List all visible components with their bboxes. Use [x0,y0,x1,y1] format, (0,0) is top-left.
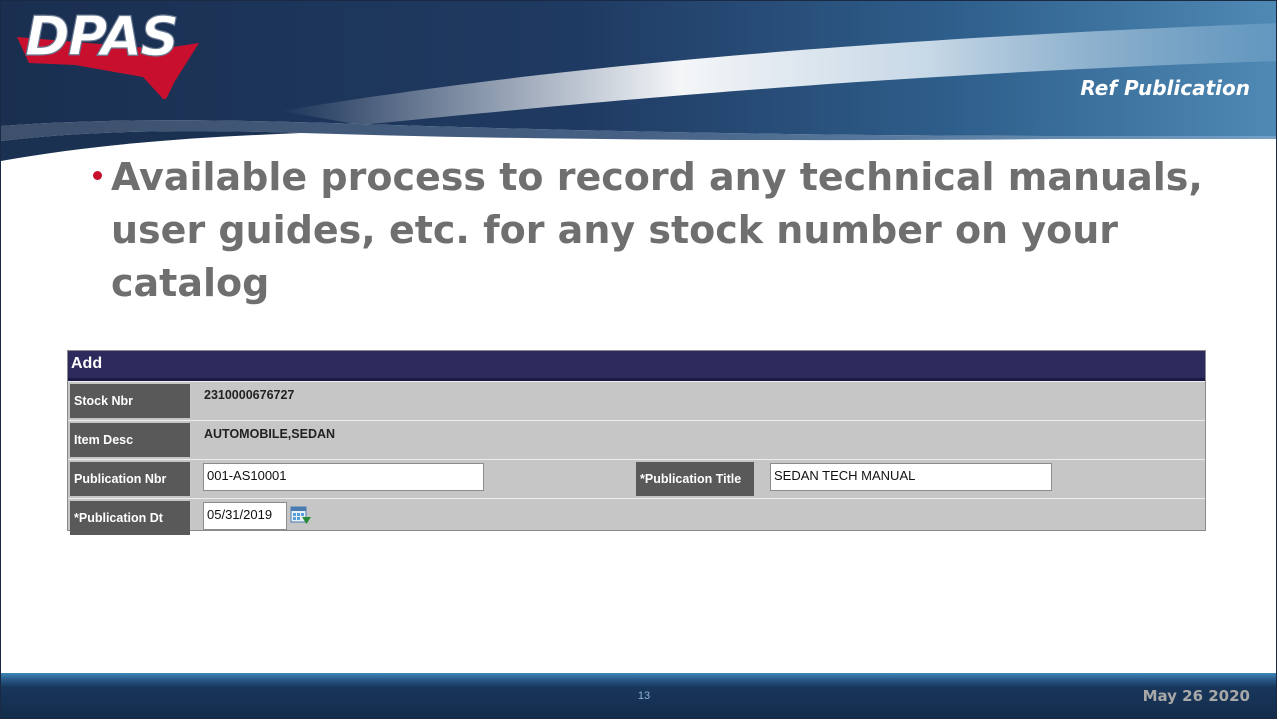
form-header-add: Add [68,351,1205,381]
publication-nbr-input[interactable]: 001-AS10001 [203,463,484,491]
publication-nbr-label: Publication Nbr [70,462,190,496]
form-row-item-desc: Item Desc AUTOMOBILE,SEDAN [68,420,1205,459]
bullet-text: Available process to record any technica… [111,155,1203,305]
logo-text: DPAS [25,5,177,68]
stock-nbr-label: Stock Nbr [70,384,190,418]
publication-dt-input[interactable]: 05/31/2019 [203,502,287,530]
form-row-stock-nbr: Stock Nbr 2310000676727 [68,381,1205,420]
page-number: 13 [637,690,651,702]
item-desc-label: Item Desc [70,423,190,457]
form-row-publication-dt: *Publication Dt 05/31/2019 [68,498,1205,537]
calendar-icon[interactable] [290,505,312,527]
publication-dt-label: *Publication Dt [70,501,190,535]
form-row-publication: Publication Nbr 001-AS10001 *Publication… [68,459,1205,498]
section-title: Ref Publication [1080,76,1250,100]
bullet-point: Available process to record any technica… [93,151,1213,310]
publication-title-label: *Publication Title [636,462,754,496]
stock-nbr-value: 2310000676727 [204,388,295,402]
item-desc-value: AUTOMOBILE,SEDAN [204,427,336,441]
publication-title-input[interactable]: SEDAN TECH MANUAL [770,463,1052,491]
bullet-dot-icon [93,171,102,180]
add-publication-form: Add Stock Nbr 2310000676727 Item Desc AU… [67,350,1206,535]
footer-date: May 26 2020 [1142,687,1250,705]
dpas-logo: DPAS [17,4,199,99]
slide: DPAS Ref Publication Available process t… [0,0,1277,719]
